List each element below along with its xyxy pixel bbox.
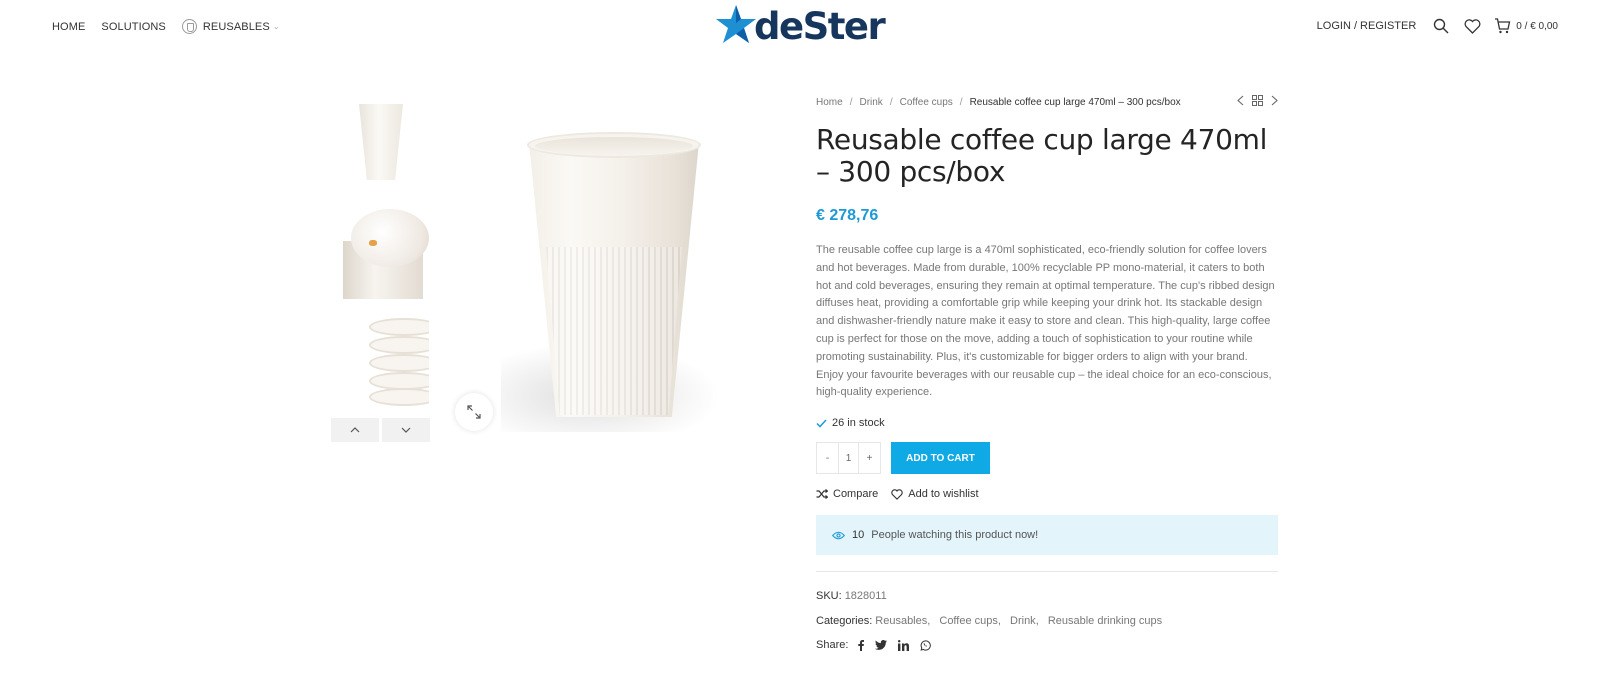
categories-label: Categories: — [816, 615, 873, 628]
back-to-products-button[interactable] — [1252, 95, 1263, 106]
sku-label: SKU: — [816, 590, 842, 603]
nav-solutions-label: SOLUTIONS — [101, 20, 166, 33]
quantity-stepper: - 1 + — [816, 442, 881, 475]
product-navigation — [1229, 95, 1278, 106]
stock-status: 26 in stock — [816, 417, 1278, 429]
cart-button[interactable]: 0 / € 0,00 — [1494, 18, 1558, 34]
thumbnails-down-button[interactable] — [382, 418, 430, 442]
chevron-left-icon — [1237, 95, 1244, 106]
breadcrumb-coffee-cups[interactable]: Coffee cups — [900, 97, 953, 108]
chevron-right-icon — [1271, 95, 1278, 106]
stock-text: 26 in stock — [832, 417, 885, 430]
header-actions: LOGIN / REGISTER 0 / € 0,00 — [1317, 16, 1600, 36]
visitor-counter: 10 People watching this product now! — [816, 515, 1278, 556]
thumbnail-cups-stacked[interactable] — [331, 310, 429, 408]
thumbnail-nav — [331, 418, 433, 442]
quantity-increase-button[interactable]: + — [859, 443, 880, 473]
eye-icon — [832, 531, 845, 539]
cup-image — [359, 104, 403, 180]
product-summary: Home / Drink / Coffee cups / Reusable coffe… — [816, 92, 1278, 651]
chevron-down-icon — [401, 427, 411, 433]
share-label: Share: — [816, 639, 849, 652]
nav-reusables-label: REUSABLES — [202, 20, 270, 33]
breadcrumb-home[interactable]: Home — [816, 97, 843, 108]
quantity-decrease-button[interactable]: - — [817, 443, 838, 473]
thumbnail-cup-front[interactable] — [331, 92, 429, 190]
breadcrumb: Home / Drink / Coffee cups / Reusable coffe… — [816, 96, 1181, 108]
zoom-button[interactable] — [455, 393, 493, 431]
add-to-cart-button[interactable]: ADD TO CART — [891, 442, 990, 475]
cart-icon — [1495, 18, 1511, 34]
nav-solutions[interactable]: SOLUTIONS — [101, 21, 165, 33]
reusable-cup-icon — [181, 19, 197, 34]
thumbnails-up-button[interactable] — [331, 418, 379, 442]
expand-icon — [467, 405, 481, 419]
main-product-image[interactable] — [441, 92, 737, 443]
check-icon — [816, 419, 827, 428]
watching-text: People watching this product now! — [871, 529, 1039, 542]
product-actions: Compare Add to wishlist — [816, 488, 1278, 500]
heart-icon[interactable] — [1463, 17, 1481, 35]
heart-icon — [891, 488, 903, 500]
share-row: Share: — [816, 639, 1278, 651]
logo-text: deSter — [754, 5, 886, 48]
quantity-input[interactable]: 1 — [838, 443, 859, 474]
site-logo[interactable]: deSter — [716, 3, 886, 48]
sku-value: 1828011 — [844, 590, 887, 603]
product-title: Reusable coffee cup large 470ml – 300 pc… — [816, 123, 1268, 188]
share-icons — [858, 639, 942, 651]
site-header: HOME SOLUTIONS REUSABLES ⌄ deSter LOGIN … — [0, 0, 1600, 52]
categories-row: Categories: Reusables, Coffee cups, Drin… — [816, 615, 1163, 628]
facebook-icon[interactable] — [858, 639, 865, 651]
nav-home[interactable]: HOME — [52, 21, 85, 33]
thumbnail-cup-with-lid[interactable] — [331, 201, 429, 299]
chevron-down-icon: ⌄ — [272, 22, 280, 31]
main-nav: HOME SOLUTIONS REUSABLES ⌄ — [52, 19, 296, 34]
compare-link[interactable]: Compare — [816, 488, 878, 500]
cart-summary: 0 / € 0,00 — [1516, 20, 1558, 32]
nav-home-label: HOME — [52, 20, 86, 33]
previous-product-button[interactable] — [1237, 95, 1244, 106]
category-link[interactable]: Drink — [1010, 615, 1036, 627]
thumbnail-list — [331, 92, 429, 419]
next-product-button[interactable] — [1271, 95, 1278, 106]
sku-row: SKU: 1828011 — [816, 590, 1278, 602]
cup-lid-image — [351, 209, 429, 267]
star-logo-icon — [716, 4, 756, 43]
wishlist-label: Add to wishlist — [908, 488, 979, 501]
category-link[interactable]: Coffee cups — [939, 615, 998, 627]
breadcrumb-current: Reusable coffee cup large 470ml – 300 pc… — [969, 96, 1181, 108]
linkedin-icon[interactable] — [898, 639, 910, 651]
add-to-wishlist-link[interactable]: Add to wishlist — [891, 488, 979, 501]
category-link[interactable]: Reusable drinking cups — [1048, 615, 1162, 627]
search-icon[interactable] — [1432, 17, 1450, 35]
divider — [816, 571, 1278, 573]
whatsapp-icon[interactable] — [920, 640, 932, 651]
breadcrumb-drink[interactable]: Drink — [859, 97, 882, 108]
shuffle-icon — [816, 489, 828, 500]
compare-label: Compare — [833, 488, 879, 501]
nav-reusables[interactable]: REUSABLES ⌄ — [181, 19, 280, 34]
product-price: € 278,76 — [816, 207, 879, 224]
watching-count: 10 — [852, 529, 865, 542]
add-to-cart-form: - 1 + ADD TO CART — [816, 442, 1278, 475]
product-description: The reusable coffee cup large is a 470ml… — [816, 244, 1275, 399]
login-register-link[interactable]: LOGIN / REGISTER — [1317, 20, 1417, 32]
chevron-up-icon — [350, 427, 360, 433]
twitter-icon[interactable] — [875, 640, 888, 651]
grid-icon — [1252, 95, 1263, 106]
category-link[interactable]: Reusables — [875, 615, 927, 627]
